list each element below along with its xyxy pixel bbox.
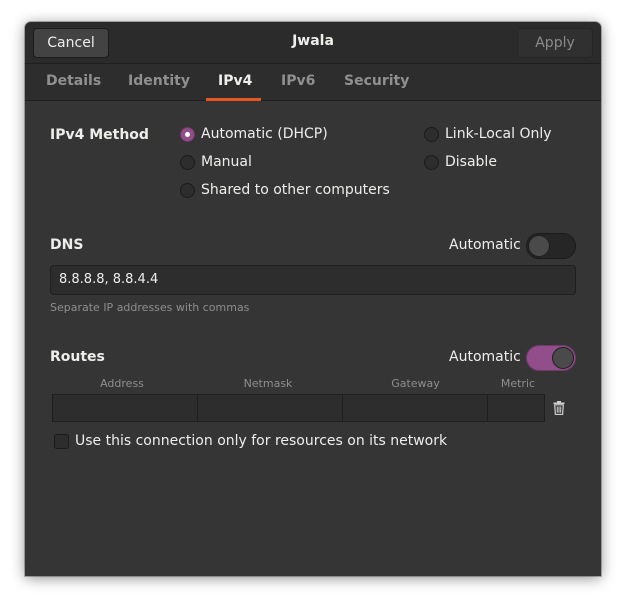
- radio-label: Disable: [445, 154, 497, 170]
- tab-details[interactable]: Details: [46, 64, 101, 101]
- radio-automatic-dhcp[interactable]: Automatic (DHCP): [180, 126, 328, 142]
- radio-shared[interactable]: Shared to other computers: [180, 182, 390, 198]
- dns-label: DNS: [50, 237, 84, 253]
- radio-manual[interactable]: Manual: [180, 154, 252, 170]
- only-resources-label: Use this connection only for resources o…: [75, 433, 448, 449]
- dns-servers-input[interactable]: 8.8.8.8, 8.8.4.4: [50, 265, 576, 295]
- ipv4-method-label: IPv4 Method: [50, 127, 149, 143]
- tab-ipv4[interactable]: IPv4: [218, 64, 252, 101]
- column-header-netmask: Netmask: [243, 377, 293, 390]
- switch-knob: [528, 235, 550, 257]
- routes-label: Routes: [50, 349, 105, 365]
- dns-automatic-switch[interactable]: [526, 233, 576, 259]
- only-resources-checkbox-row[interactable]: Use this connection only for resources o…: [54, 433, 447, 449]
- tab-security[interactable]: Security: [344, 64, 409, 101]
- column-header-address: Address: [100, 377, 144, 390]
- route-address-input[interactable]: [52, 394, 198, 422]
- dns-hint: Separate IP addresses with commas: [50, 301, 250, 314]
- column-header-metric: Metric: [500, 377, 536, 390]
- radio-disable[interactable]: Disable: [424, 154, 497, 170]
- dialog-title: Jwala: [292, 33, 334, 49]
- column-header-gateway: Gateway: [391, 377, 440, 390]
- tab-identity[interactable]: Identity: [128, 64, 190, 101]
- tab-ipv6[interactable]: IPv6: [281, 64, 315, 101]
- only-resources-checkbox[interactable]: [54, 433, 69, 449]
- radio-label: Link-Local Only: [445, 126, 552, 142]
- apply-button[interactable]: Apply: [517, 28, 593, 58]
- route-gateway-input[interactable]: [342, 394, 488, 422]
- routes-automatic-label: Automatic: [449, 349, 521, 365]
- trash-icon: [553, 401, 565, 415]
- route-netmask-input[interactable]: [197, 394, 343, 422]
- radio-label: Shared to other computers: [201, 182, 390, 198]
- dns-automatic-label: Automatic: [449, 237, 521, 253]
- radio-button[interactable]: [180, 182, 195, 198]
- delete-route-button[interactable]: [546, 394, 572, 422]
- radio-button[interactable]: [424, 154, 439, 170]
- active-tab-indicator: [206, 98, 261, 101]
- switch-knob: [552, 347, 574, 369]
- radio-button-checked[interactable]: [180, 126, 195, 142]
- radio-button[interactable]: [180, 154, 195, 170]
- radio-button[interactable]: [424, 126, 439, 142]
- route-metric-input[interactable]: [487, 394, 545, 422]
- radio-label: Manual: [201, 154, 252, 170]
- radio-label: Automatic (DHCP): [201, 126, 328, 142]
- connection-dialog: Cancel Jwala Apply Details Identity IPv4…: [25, 22, 601, 576]
- routes-automatic-switch[interactable]: [526, 345, 576, 371]
- radio-link-local[interactable]: Link-Local Only: [424, 126, 552, 142]
- tab-bar: Details Identity IPv4 IPv6 Security: [25, 64, 601, 101]
- header-bar: Cancel Jwala Apply: [25, 22, 601, 64]
